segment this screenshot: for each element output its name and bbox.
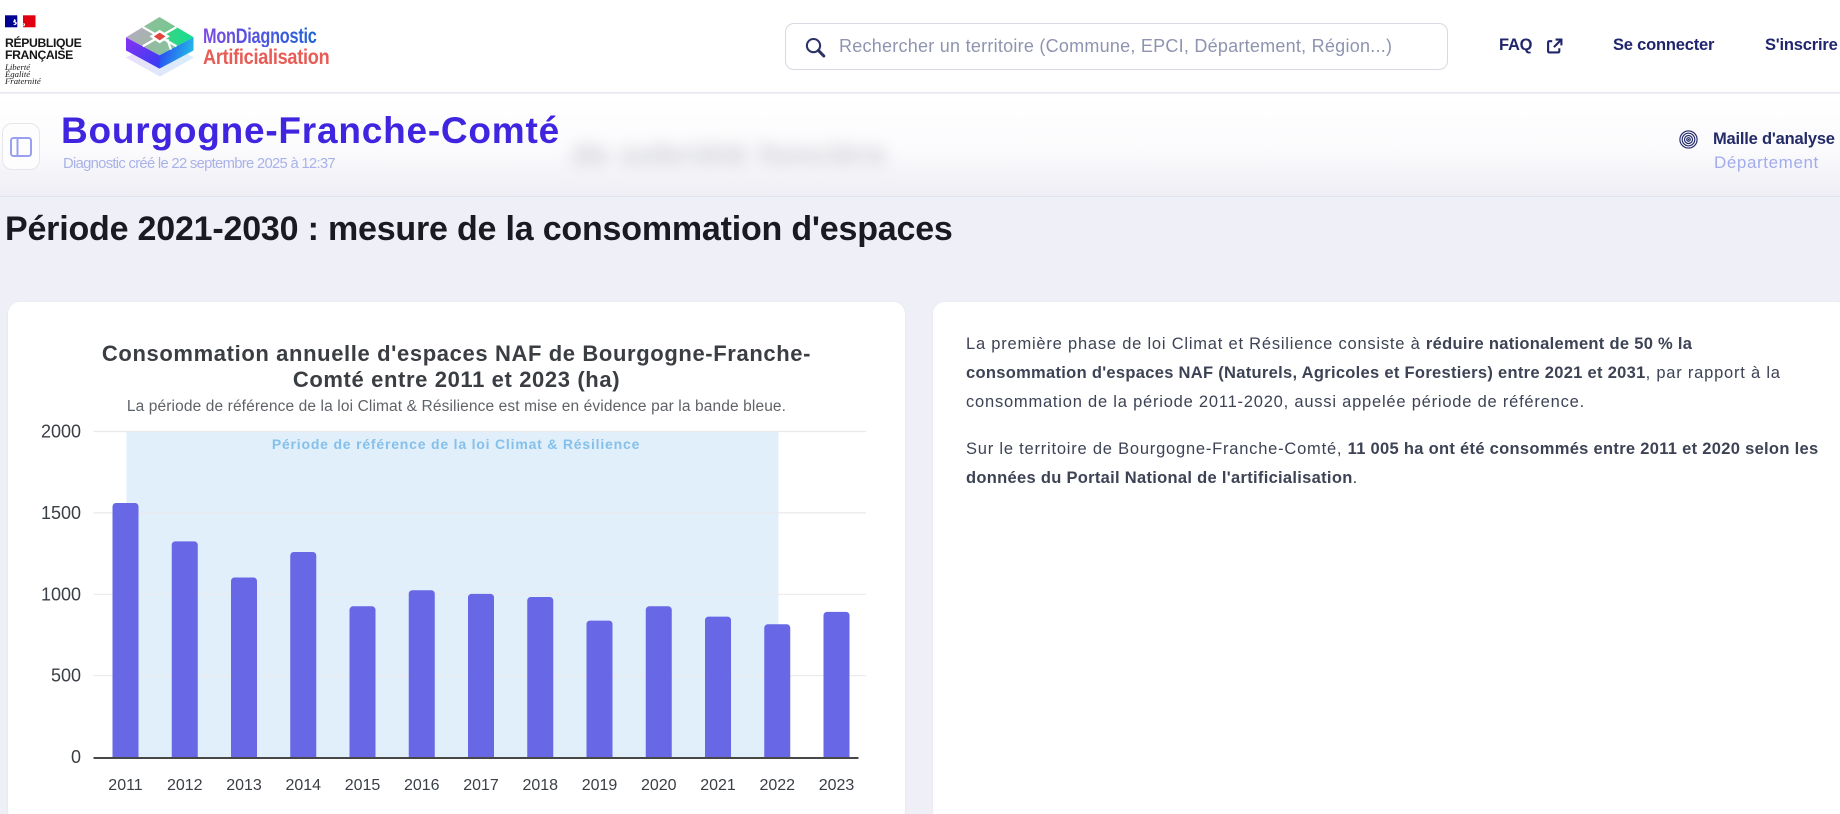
svg-text:1000: 1000 xyxy=(41,584,81,604)
svg-text:2023: 2023 xyxy=(819,777,855,794)
svg-text:2012: 2012 xyxy=(167,777,203,794)
svg-text:Période de référence de la loi: Période de référence de la loi Climat & … xyxy=(272,436,640,452)
svg-text:1500: 1500 xyxy=(41,503,81,523)
svg-text:500: 500 xyxy=(51,666,81,686)
svg-text:2000: 2000 xyxy=(41,422,81,442)
svg-text:2013: 2013 xyxy=(226,777,262,794)
svg-text:2019: 2019 xyxy=(582,777,618,794)
svg-text:2018: 2018 xyxy=(522,777,558,794)
svg-text:2015: 2015 xyxy=(345,777,381,794)
svg-text:2022: 2022 xyxy=(759,777,795,794)
svg-text:2017: 2017 xyxy=(463,777,499,794)
svg-text:2014: 2014 xyxy=(285,777,321,794)
svg-text:2016: 2016 xyxy=(404,777,440,794)
svg-text:2020: 2020 xyxy=(641,777,677,794)
svg-text:2011: 2011 xyxy=(108,777,143,794)
svg-text:0: 0 xyxy=(71,747,81,767)
svg-text:2021: 2021 xyxy=(700,777,736,794)
